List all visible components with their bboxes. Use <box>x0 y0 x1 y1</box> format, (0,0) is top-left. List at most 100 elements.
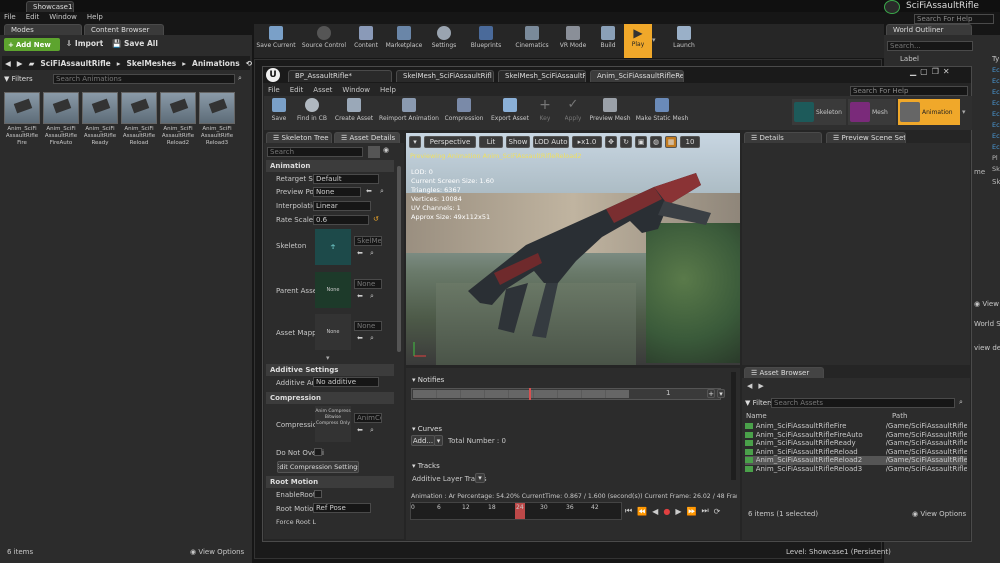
compression-thumbnail[interactable]: Anim Compress Bitwise Compress Only <box>315 406 351 442</box>
search-assets-input[interactable]: Search Assets <box>771 398 955 408</box>
marketplace-button[interactable]: Marketplace <box>382 24 426 58</box>
parent-asset-thumbnail[interactable]: None <box>315 272 351 308</box>
blueprints-button[interactable]: Blueprints <box>462 24 510 58</box>
editor-menu-edit[interactable]: Edit <box>290 86 304 94</box>
compression-scheme-dropdown[interactable]: AnimCo <box>354 413 382 423</box>
content-button[interactable]: Content <box>350 24 382 58</box>
loop-icon[interactable]: ⟳ <box>714 507 721 516</box>
translate-icon[interactable]: ✥ <box>605 136 617 148</box>
lod-button[interactable]: LOD Auto <box>533 136 569 148</box>
build-button[interactable]: Build <box>592 24 624 58</box>
menu-help[interactable]: Help <box>87 13 103 21</box>
animation-mode-button[interactable]: Animation <box>898 99 960 125</box>
asset-filters-button[interactable]: ▼ Filters <box>745 399 774 407</box>
browse-icon[interactable]: ⌕ <box>370 249 374 258</box>
compression-section-header[interactable]: Compression <box>266 392 394 404</box>
skip-to-end-icon[interactable]: ⏭ <box>701 506 708 516</box>
asset-row[interactable]: Anim_SciFiAssaultRifleFire/Game/SciFiAss… <box>745 422 967 431</box>
forward-icon[interactable]: ▶ <box>758 382 763 390</box>
world-settings-tab[interactable]: World Set <box>974 320 1000 328</box>
asset-mapping-dropdown[interactable]: None <box>354 321 382 331</box>
preview-pose-dropdown[interactable]: None <box>313 187 361 197</box>
reimport-animation-button[interactable]: Reimport Animation <box>378 96 440 122</box>
outliner-type-column[interactable]: Ty <box>992 55 999 63</box>
preview-mesh-button[interactable]: Preview Mesh <box>588 96 632 122</box>
notifies-track[interactable] <box>411 388 721 400</box>
forward-icon[interactable]: ▶ <box>17 59 23 68</box>
editor-menu-file[interactable]: File <box>268 86 280 94</box>
viewport-options-dropdown[interactable]: ▾ <box>409 136 421 148</box>
browse-icon[interactable]: ⌕ <box>370 426 374 435</box>
search-animations-input[interactable]: Search Animations <box>53 74 235 84</box>
path-segment-skelmeshes[interactable]: SkelMeshes <box>127 59 177 68</box>
do-not-override-checkbox[interactable] <box>314 448 322 456</box>
maximize-icon[interactable]: ▢ <box>920 67 928 76</box>
perspective-button[interactable]: Perspective <box>424 136 476 148</box>
asset-tile[interactable]: Anim_SciFi AssaultRifle Reload2 <box>160 92 196 147</box>
use-selected-arrow-icon[interactable]: ⬅ <box>357 334 363 342</box>
history-icon[interactable]: ⟲ <box>246 59 252 68</box>
editor-menu-asset[interactable]: Asset <box>313 86 332 94</box>
settings-button[interactable]: Settings <box>426 24 462 58</box>
skeleton-asset-dropdown[interactable]: SkelMe <box>354 236 382 246</box>
curves-header[interactable]: ▾ Curves <box>412 425 442 433</box>
grid-view-icon[interactable] <box>368 146 380 158</box>
use-selected-arrow-icon[interactable]: ⬅ <box>357 426 363 434</box>
launch-button[interactable]: Launch <box>664 24 704 58</box>
rate-scale-input[interactable]: 0.6 <box>313 215 369 225</box>
step-back-icon[interactable]: ⏪ <box>637 507 647 516</box>
root-motion-header[interactable]: Root Motion <box>266 476 394 488</box>
save-current-button[interactable]: Save Current <box>254 24 298 58</box>
asset-row[interactable]: Anim_SciFiAssaultRifleFireAuto/Game/SciF… <box>745 431 967 440</box>
menu-file[interactable]: File <box>4 13 16 21</box>
asset-mapping-thumbnail[interactable]: None <box>315 314 351 350</box>
timeline-scrollbar[interactable] <box>731 372 736 480</box>
back-icon[interactable]: ◀ <box>5 59 11 68</box>
rotate-icon[interactable]: ↻ <box>620 136 632 148</box>
asset-tile[interactable]: Anim_SciFi AssaultRifle Ready <box>82 92 118 147</box>
use-selected-arrow-icon[interactable]: ⬅ <box>366 187 372 195</box>
asset-tile[interactable]: Anim_SciFi AssaultRifle Fire <box>4 92 40 147</box>
back-icon[interactable]: ◀ <box>747 382 752 390</box>
create-asset-button[interactable]: Create Asset <box>330 96 378 122</box>
asset-row[interactable]: Anim_SciFiAssaultRifleReload3/Game/SciFi… <box>745 465 967 474</box>
show-button[interactable]: Show <box>506 136 530 148</box>
asset-details-tab[interactable]: ☰ Asset Details <box>334 132 400 143</box>
step-forward-icon[interactable]: ⏩ <box>686 507 696 516</box>
tab-bp-assaultrifle[interactable]: BP_AssaultRifle* <box>288 70 392 82</box>
content-browser-tab[interactable]: Content Browser <box>84 24 164 35</box>
play-button[interactable]: ▶ Play <box>624 24 652 58</box>
additive-settings-header[interactable]: Additive Settings <box>266 364 394 376</box>
view-tab[interactable]: ◉ View <box>974 300 999 308</box>
view-detail-link[interactable]: view detail <box>974 344 1000 352</box>
details-search-input[interactable]: Search <box>267 147 363 157</box>
asset-row[interactable]: Anim_SciFiAssaultRifleReload/Game/SciFiA… <box>745 448 967 457</box>
reset-arrow-icon[interactable]: ↺ <box>373 215 379 223</box>
record-icon[interactable]: ● <box>663 507 670 516</box>
world-outliner-tab[interactable]: World Outliner <box>886 24 972 35</box>
tab-skelmesh-1[interactable]: SkelMesh_SciFiAssaultRifl <box>396 70 494 82</box>
source-control-button[interactable]: Source Control <box>298 24 350 58</box>
outliner-search-input[interactable]: Search... <box>887 41 973 51</box>
skeleton-thumbnail[interactable]: ☥ <box>315 229 351 265</box>
edit-compression-settings-button[interactable]: Edit Compression Settings <box>277 461 359 473</box>
editor-menu-window[interactable]: Window <box>342 86 370 94</box>
tab-skelmesh-2[interactable]: SkelMesh_SciFiAssaultRifl <box>498 70 586 82</box>
level-tab[interactable]: Showcase1* <box>26 1 74 12</box>
add-curve-button[interactable]: Add... <box>411 435 435 446</box>
tracks-header[interactable]: ▾ Tracks <box>412 462 440 470</box>
additive-anim-dropdown[interactable]: No additive <box>313 377 379 387</box>
path-segment-animations[interactable]: Animations <box>192 59 240 68</box>
notify-track-dropdown[interactable]: ▾ <box>717 389 725 398</box>
save-all-button[interactable]: 💾 Save All <box>112 39 158 48</box>
world-icon[interactable]: ◍ <box>650 136 662 148</box>
find-in-cb-button[interactable]: Find in CB <box>294 96 330 122</box>
eye-icon[interactable]: ◉ <box>383 146 389 154</box>
menu-window[interactable]: Window <box>49 13 77 21</box>
minimize-icon[interactable]: ▁ <box>910 67 916 76</box>
path-segment-root[interactable]: SciFiAssaultRifle <box>40 59 110 68</box>
asset-row-selected[interactable]: Anim_SciFiAssaultRifleReload2/Game/SciFi… <box>745 456 967 465</box>
path-column-header[interactable]: Path <box>892 412 907 420</box>
asset-row[interactable]: Anim_SciFiAssaultRifleReady/Game/SciFiAs… <box>745 439 967 448</box>
skip-to-start-icon[interactable]: ⏮ <box>625 506 632 516</box>
